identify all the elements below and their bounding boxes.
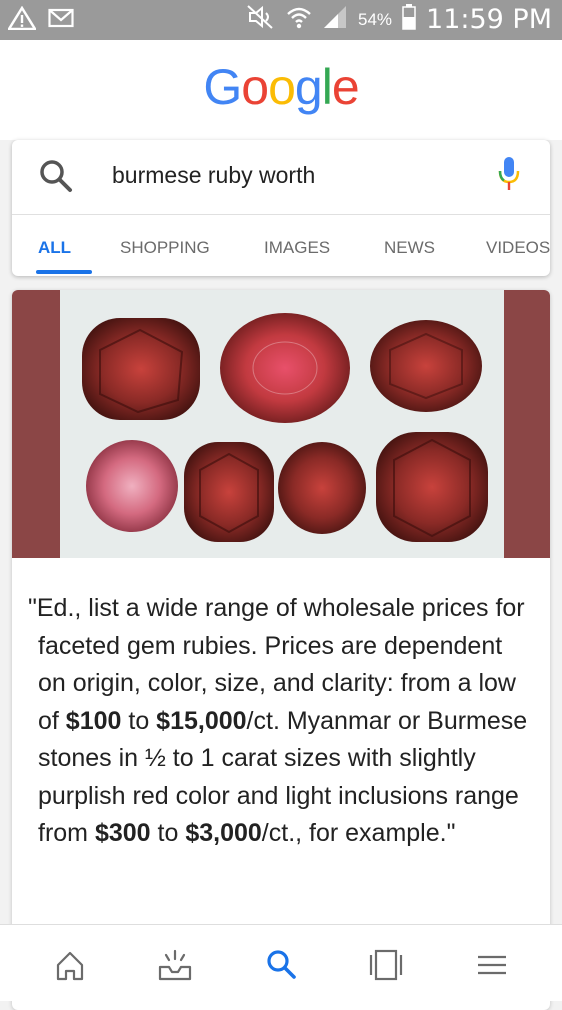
- signal-icon: [322, 5, 348, 34]
- search-icon[interactable]: [262, 945, 302, 985]
- tab-all[interactable]: ALL: [38, 238, 71, 258]
- home-icon[interactable]: [50, 945, 90, 985]
- updates-icon[interactable]: [155, 945, 195, 985]
- warning-icon: [6, 5, 38, 35]
- search-tabs: ALL SHOPPING IMAGES NEWS VIDEOS: [12, 214, 550, 276]
- clock: 11:59 PM: [426, 4, 552, 35]
- battery-icon: [402, 4, 416, 35]
- snippet-text: "Ed., list a wide range of wholesale pri…: [28, 594, 528, 847]
- featured-snippet-card: "Ed., list a wide range of wholesale pri…: [12, 290, 550, 1010]
- tab-shopping[interactable]: SHOPPING: [120, 238, 210, 258]
- battery-percent: 54%: [357, 9, 393, 29]
- search-icon[interactable]: [38, 158, 74, 199]
- wifi-icon: [286, 4, 312, 35]
- tab-news[interactable]: NEWS: [384, 238, 435, 258]
- mute-icon: [246, 4, 276, 35]
- rubies-photo: [60, 290, 504, 558]
- tab-images[interactable]: IMAGES: [264, 238, 330, 258]
- google-logo[interactable]: Google: [0, 58, 562, 116]
- search-input[interactable]: burmese ruby worth: [112, 162, 315, 189]
- bottom-navigation: [0, 924, 562, 1001]
- header: Google: [0, 40, 562, 140]
- tab-videos[interactable]: VIDEOS: [486, 238, 550, 258]
- result-image[interactable]: [12, 290, 550, 558]
- search-card: burmese ruby worth ALL SHOPPING IMAGES N…: [12, 140, 550, 276]
- tabs-icon[interactable]: [366, 945, 406, 985]
- active-tab-indicator: [36, 270, 92, 274]
- mail-icon: [48, 8, 74, 33]
- search-bar[interactable]: burmese ruby worth: [12, 140, 550, 215]
- status-bar: 54% 11:59 PM: [0, 0, 562, 40]
- mic-icon[interactable]: [498, 156, 520, 197]
- menu-icon[interactable]: [472, 945, 512, 985]
